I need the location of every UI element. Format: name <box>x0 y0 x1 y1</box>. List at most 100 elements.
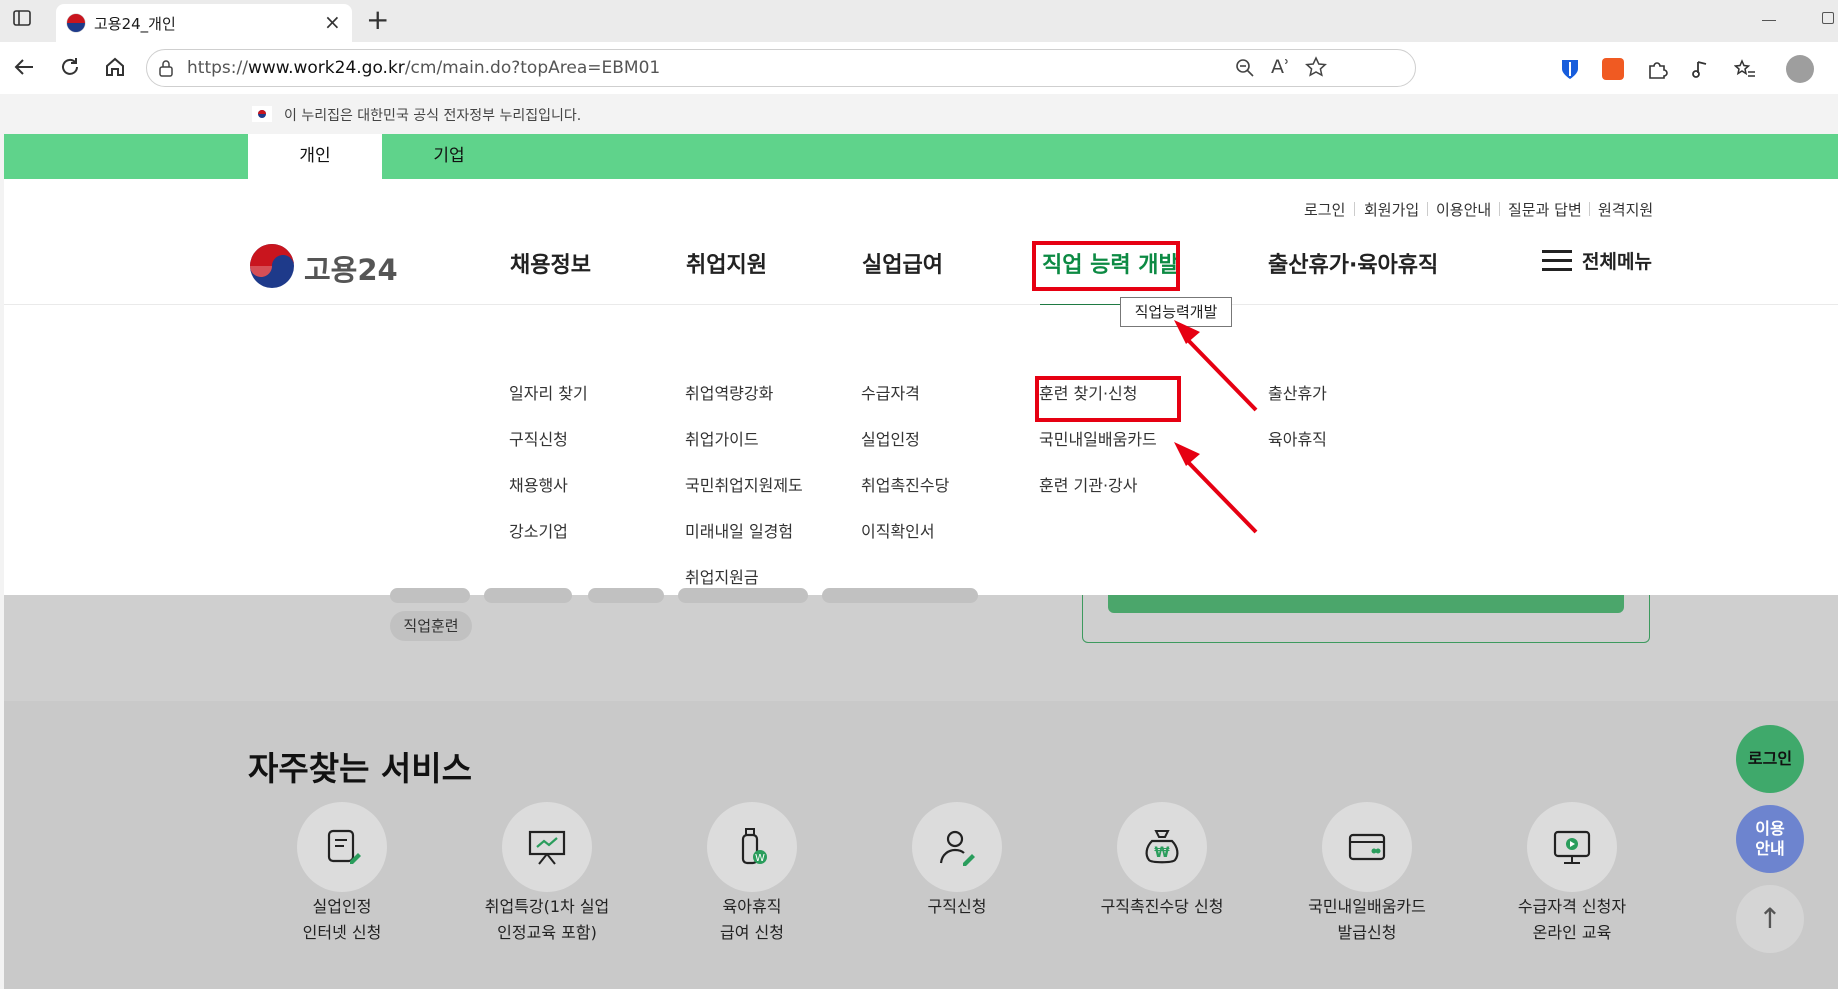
floating-login-button[interactable]: 로그인 <box>1736 725 1804 793</box>
service-label-line1: 수급자격 신청자 <box>1517 897 1627 916</box>
submenu-item[interactable]: 미래내일 일경험 <box>685 518 793 542</box>
tab-individual[interactable]: 개인 <box>248 134 382 179</box>
tab-close-icon[interactable]: × <box>324 10 341 34</box>
keyword-chip <box>588 588 664 603</box>
submenu-item[interactable]: 훈련 기관·강사 <box>1039 472 1138 496</box>
submenu-item[interactable]: 채용행사 <box>509 472 568 496</box>
keyword-chip <box>678 588 808 603</box>
annotation-arrow-icon <box>1174 320 1258 412</box>
submenu-item[interactable]: 일자리 찾기 <box>509 380 588 404</box>
keyword-chip <box>484 588 572 603</box>
money-bag-won-icon: ₩ <box>1117 802 1207 892</box>
new-tab-icon[interactable]: + <box>366 3 389 36</box>
gnb-unemployment-benefit[interactable]: 실업급여 <box>862 247 943 279</box>
util-separator <box>1589 202 1590 216</box>
extensions-puzzle-icon[interactable] <box>1646 58 1668 84</box>
submenu-item[interactable]: 육아휴직 <box>1268 426 1327 450</box>
tab-company[interactable]: 기업 <box>382 134 516 179</box>
service-label-line2: 인정교육 포함) <box>497 923 597 942</box>
service-label: 실업인정인터넷 신청 <box>242 894 442 946</box>
submenu-item[interactable]: 국민취업지원제도 <box>685 472 803 496</box>
service-label: 수급자격 신청자온라인 교육 <box>1472 894 1672 946</box>
mega-menu-panel <box>4 305 1838 595</box>
submenu-item[interactable]: 취업촉진수당 <box>861 472 949 496</box>
window-restore-icon[interactable] <box>1822 12 1834 24</box>
service-label: 육아휴직급여 신청 <box>652 894 852 946</box>
service-label: 구직신청 <box>857 894 1057 920</box>
util-separator <box>1354 202 1355 216</box>
active-tab[interactable]: 고용24_개인 × <box>56 4 352 42</box>
korea-flag-icon <box>252 106 272 126</box>
home-icon[interactable] <box>101 56 129 83</box>
site-favicon-icon <box>66 13 86 37</box>
url-text: https://www.work24.go.kr/cm/main.do?topA… <box>187 58 660 78</box>
page-viewport: 이 누리집은 대한민국 공식 전자정부 누리집입니다. 개인 기업 로그인 회원… <box>4 94 1838 989</box>
service-label-line1: 구직촉진수당 신청 <box>1100 897 1224 916</box>
util-guide-link[interactable]: 이용안내 <box>1436 199 1491 220</box>
service-label: 구직촉진수당 신청 <box>1062 894 1262 920</box>
submenu-item[interactable]: 취업역량강화 <box>685 380 773 404</box>
profile-avatar[interactable] <box>1786 55 1814 83</box>
favorites-list-icon[interactable] <box>1733 58 1756 84</box>
hamburger-icon <box>1542 248 1572 276</box>
favorite-star-icon[interactable] <box>1305 56 1327 82</box>
url-domain: www.work24.go.kr <box>247 58 405 78</box>
address-bar[interactable]: https://www.work24.go.kr/cm/main.do?topA… <box>146 49 1416 87</box>
service-label-line1: 구직신청 <box>927 897 987 916</box>
util-qna-link[interactable]: 질문과 답변 <box>1508 199 1582 220</box>
site-info-icon[interactable] <box>157 59 175 81</box>
scroll-top-button[interactable]: ↑ <box>1736 885 1804 953</box>
tab-title: 고용24_개인 <box>94 15 176 33</box>
submenu-item[interactable]: 실업인정 <box>861 426 920 450</box>
url-path: /cm/main.do?topArea=EBM01 <box>404 58 661 78</box>
ex-extension-icon[interactable] <box>1602 58 1624 80</box>
submenu-item[interactable]: 구직신청 <box>509 426 568 450</box>
submenu-item[interactable]: 출산휴가 <box>1268 380 1327 404</box>
keyword-chip <box>822 588 978 603</box>
gnb-recruit[interactable]: 채용정보 <box>510 247 591 279</box>
gnb-maternity-childcare[interactable]: 출산휴가·육아휴직 <box>1268 247 1438 279</box>
submenu-item[interactable]: 수급자격 <box>861 380 920 404</box>
service-label-line2: 발급신청 <box>1337 923 1397 942</box>
submenu-item[interactable]: 강소기업 <box>509 518 568 542</box>
util-login-link[interactable]: 로그인 <box>1304 199 1345 220</box>
service-label-line1: 육아휴직 <box>722 897 782 916</box>
person-pen-icon <box>912 802 1002 892</box>
submenu-item[interactable]: 취업지원금 <box>685 564 759 588</box>
service-label-line2: 인터넷 신청 <box>302 923 382 942</box>
gnb-employment-support[interactable]: 취업지원 <box>686 247 767 279</box>
submenu-item[interactable]: 취업가이드 <box>685 426 759 450</box>
service-label: 취업특강(1차 실업인정교육 포함) <box>447 894 647 946</box>
sidebar-toggle-icon[interactable] <box>8 8 36 33</box>
reload-icon[interactable] <box>56 56 84 83</box>
annotation-highlight-box <box>1035 376 1181 422</box>
floating-guide-line2: 안내 <box>1755 839 1785 858</box>
faq-title: 자주찾는 서비스 <box>248 749 473 788</box>
monitor-play-icon <box>1527 802 1617 892</box>
zoom-icon[interactable] <box>1235 58 1255 82</box>
document-pen-icon <box>297 802 387 892</box>
presentation-board-icon <box>502 802 592 892</box>
all-menu-label: 전체메뉴 <box>1582 251 1652 273</box>
annotation-highlight-box <box>1032 241 1180 291</box>
submenu-item[interactable]: 이직확인서 <box>861 518 935 542</box>
floating-guide-button[interactable]: 이용 안내 <box>1736 805 1804 873</box>
service-label-line2: 온라인 교육 <box>1532 923 1612 942</box>
baby-bottle-won-icon: W <box>707 802 797 892</box>
back-icon[interactable] <box>10 56 38 83</box>
window-minimize-icon[interactable] <box>1762 20 1776 21</box>
service-label-line1: 취업특강(1차 실업 <box>484 897 610 916</box>
service-label: 국민내일배움카드 발급신청 <box>1267 894 1467 946</box>
util-remote-support-link[interactable]: 원격지원 <box>1598 199 1653 220</box>
service-label-line1: 실업인정 <box>312 897 372 916</box>
media-control-icon[interactable] <box>1690 58 1712 84</box>
bitwarden-extension-icon[interactable] <box>1560 58 1580 84</box>
read-aloud-icon[interactable]: Aʾ <box>1271 56 1290 78</box>
util-signup-link[interactable]: 회원가입 <box>1364 199 1419 220</box>
util-separator <box>1499 202 1500 216</box>
submenu-item-naeil-card[interactable]: 국민내일배움카드 <box>1039 426 1157 450</box>
login-panel-button[interactable] <box>1108 595 1624 613</box>
keyword-chip-vocational[interactable]: 직업훈련 <box>390 611 472 641</box>
service-label-line2: 급여 신청 <box>720 923 784 942</box>
util-separator <box>1427 202 1428 216</box>
